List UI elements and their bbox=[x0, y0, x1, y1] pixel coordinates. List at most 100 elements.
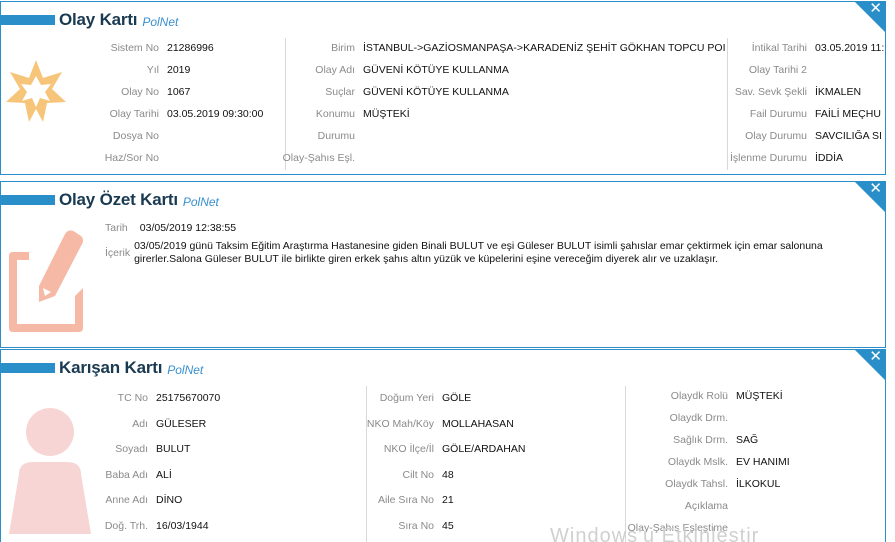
field-value: 1067 bbox=[167, 86, 191, 98]
field-row: Yıl 2019 bbox=[61, 62, 191, 78]
field-label: Sağlık Drm. bbox=[673, 434, 728, 446]
polnet-brand: PolNet bbox=[167, 362, 204, 377]
field-label: TC No bbox=[117, 392, 148, 404]
karisan-card: Karışan Kartı PolNet ✕ TC No 25175670070 A… bbox=[0, 349, 886, 542]
field-label: Yıl bbox=[146, 64, 159, 76]
field-label: İşlenme Durumu bbox=[729, 152, 807, 164]
field-value: İLKOKUL bbox=[736, 478, 781, 490]
summary-text-line: girerler.Salona Güleser BULUT ile birlik… bbox=[134, 253, 719, 265]
karisan-card-header: Karışan Kartı PolNet bbox=[1, 358, 203, 378]
field-label: Olaydk Drm. bbox=[669, 412, 728, 424]
close-icon[interactable]: ✕ bbox=[869, 2, 882, 17]
field-label: Olay No bbox=[121, 86, 159, 98]
date-label: Tarih bbox=[105, 222, 128, 234]
field-row: Olay Adı GÜVENİ KÖTÜYE KULLANMA bbox=[265, 62, 509, 78]
field-label: Açıklama bbox=[684, 500, 728, 512]
field-label: Olay-Şahıs Eşl. bbox=[282, 152, 355, 164]
polnet-brand: PolNet bbox=[182, 194, 219, 209]
field-row: Fail Durumu FAİLİ MEÇHU bbox=[717, 106, 881, 122]
field-row: İntikal Tarihi 03.05.2019 11: bbox=[717, 40, 885, 56]
field-value: MÜŞTEKİ bbox=[736, 390, 783, 402]
karisan-card-title: Karışan Kartı bbox=[59, 358, 163, 377]
field-label: Olay Adı bbox=[315, 64, 355, 76]
header-accent-bar bbox=[1, 195, 55, 205]
field-label: Olay Tarihi 2 bbox=[748, 64, 807, 76]
field-row: Olay Tarihi 03.05.2019 09:30:00 bbox=[61, 106, 264, 122]
field-label: Suçlar bbox=[325, 86, 355, 98]
field-label: Soyadı bbox=[115, 443, 148, 456]
field-row: Olaydk Drm. bbox=[604, 410, 736, 426]
field-value: 16/03/1944 bbox=[156, 520, 209, 532]
windows-activation-watermark: Windows'u Etkinleştir bbox=[550, 525, 760, 542]
field-label: İntikal Tarihi bbox=[751, 42, 807, 54]
field-row: İşlenme Durumu İDDİA bbox=[717, 150, 843, 166]
field-value: 21286996 bbox=[167, 42, 214, 54]
field-label: Baba Adı bbox=[105, 468, 148, 481]
field-value: SAĞ bbox=[736, 434, 759, 446]
field-row: Konumu MÜŞTEKİ bbox=[265, 106, 410, 122]
field-value: GÖLE bbox=[442, 392, 472, 404]
field-row: Anne Adı DİNO bbox=[61, 492, 182, 508]
ozet-card-title: Olay Özet Kartı bbox=[59, 190, 178, 209]
field-row: Cilt No 48 bbox=[347, 467, 453, 483]
field-row: Durumu bbox=[265, 128, 363, 144]
field-value: MÜŞTEKİ bbox=[363, 108, 410, 120]
field-value: ALİ bbox=[156, 468, 172, 481]
field-value: EV HANIMI bbox=[736, 456, 790, 468]
field-label: Doğ. Trh. bbox=[104, 520, 148, 532]
field-row: Soyadı BULUT bbox=[61, 441, 190, 457]
field-row: Sistem No 21286996 bbox=[61, 40, 214, 56]
field-row: Doğ. Trh. 16/03/1944 bbox=[61, 518, 209, 534]
field-label: Aile Sıra No bbox=[377, 494, 434, 507]
summary-content-row: İçerik 03/05/2019 günü Taksim Eğitim Ara… bbox=[105, 240, 834, 266]
field-label: Olaydk Rolü bbox=[670, 390, 728, 402]
field-label: Birim bbox=[331, 42, 355, 54]
field-row: Olay Tarihi 2 bbox=[717, 62, 815, 78]
field-row: NKO Mah/Köy MOLLAHASAN bbox=[347, 416, 514, 432]
field-value: İDDİA bbox=[815, 152, 844, 164]
olay-card-title: Olay Kartı bbox=[59, 10, 138, 29]
ozet-card-header: Olay Özet Kartı PolNet bbox=[1, 190, 219, 210]
content-label: İçerik bbox=[105, 247, 131, 259]
field-row: Suçlar GÜVENİ KÖTÜYE KULLANMA bbox=[265, 84, 509, 100]
field-value: 03.05.2019 11: bbox=[815, 42, 885, 54]
field-value: İSTANBUL->GAZİOSMANPAŞA->KARADENİZ ŞEHİT… bbox=[363, 42, 726, 54]
field-value: FAİLİ MEÇHU bbox=[815, 108, 881, 120]
star-burst-icon bbox=[3, 58, 69, 127]
field-value: İKMALEN bbox=[815, 86, 862, 98]
summary-text: 03/05/2019 günü Taksim Eğitim Araştırma … bbox=[134, 240, 834, 266]
note-edit-icon bbox=[3, 226, 87, 341]
field-label: Adı bbox=[132, 417, 148, 430]
field-label: Cilt No bbox=[402, 468, 434, 481]
field-row: Olay No 1067 bbox=[61, 84, 190, 100]
field-row: Haz/Sor No bbox=[61, 150, 167, 166]
field-label: Olaydk Mslk. bbox=[667, 456, 728, 468]
field-row: Aile Sıra No 21 bbox=[347, 492, 454, 508]
field-value: GÜVENİ KÖTÜYE KULLANMA bbox=[363, 86, 509, 98]
field-label: Dosya No bbox=[112, 130, 159, 142]
field-label: Durumu bbox=[317, 130, 355, 142]
field-value: 21 bbox=[442, 494, 454, 507]
close-icon[interactable]: ✕ bbox=[869, 182, 882, 197]
field-label: Olaydk Tahsl. bbox=[665, 478, 728, 490]
header-accent-bar bbox=[1, 15, 55, 25]
field-row: Adı GÜLESER bbox=[61, 416, 206, 432]
field-value: MOLLAHASAN bbox=[442, 417, 514, 430]
field-label: Fail Durumu bbox=[749, 108, 807, 120]
field-row: Doğum Yeri GÖLE bbox=[347, 390, 471, 406]
olay-card-header: Olay Kartı PolNet bbox=[1, 10, 178, 30]
field-row: Dosya No bbox=[61, 128, 167, 144]
olay-ozet-card: Olay Özet Kartı PolNet ✕ Tarih 03/05/201… bbox=[0, 181, 886, 348]
field-label: Olay Durumu bbox=[745, 130, 807, 142]
field-label: Sav. Sevk Şekli bbox=[734, 86, 807, 98]
field-row: Olay Durumu SAVCILIĞA SI bbox=[717, 128, 882, 144]
field-row: Sağlık Drm. SAĞ bbox=[604, 432, 758, 448]
field-row: Sav. Sevk Şekli İKMALEN bbox=[717, 84, 861, 100]
field-label: Anne Adı bbox=[105, 494, 148, 507]
field-value: 2019 bbox=[167, 64, 191, 76]
summary-text-line: 03/05/2019 günü Taksim Eğitim Araştırma … bbox=[134, 240, 823, 252]
close-icon[interactable]: ✕ bbox=[869, 350, 882, 365]
field-label: NKO İlçe/İl bbox=[383, 443, 434, 456]
field-row: NKO İlçe/İl GÖLE/ARDAHAN bbox=[347, 441, 526, 457]
field-value: 03.05.2019 09:30:00 bbox=[167, 108, 264, 120]
